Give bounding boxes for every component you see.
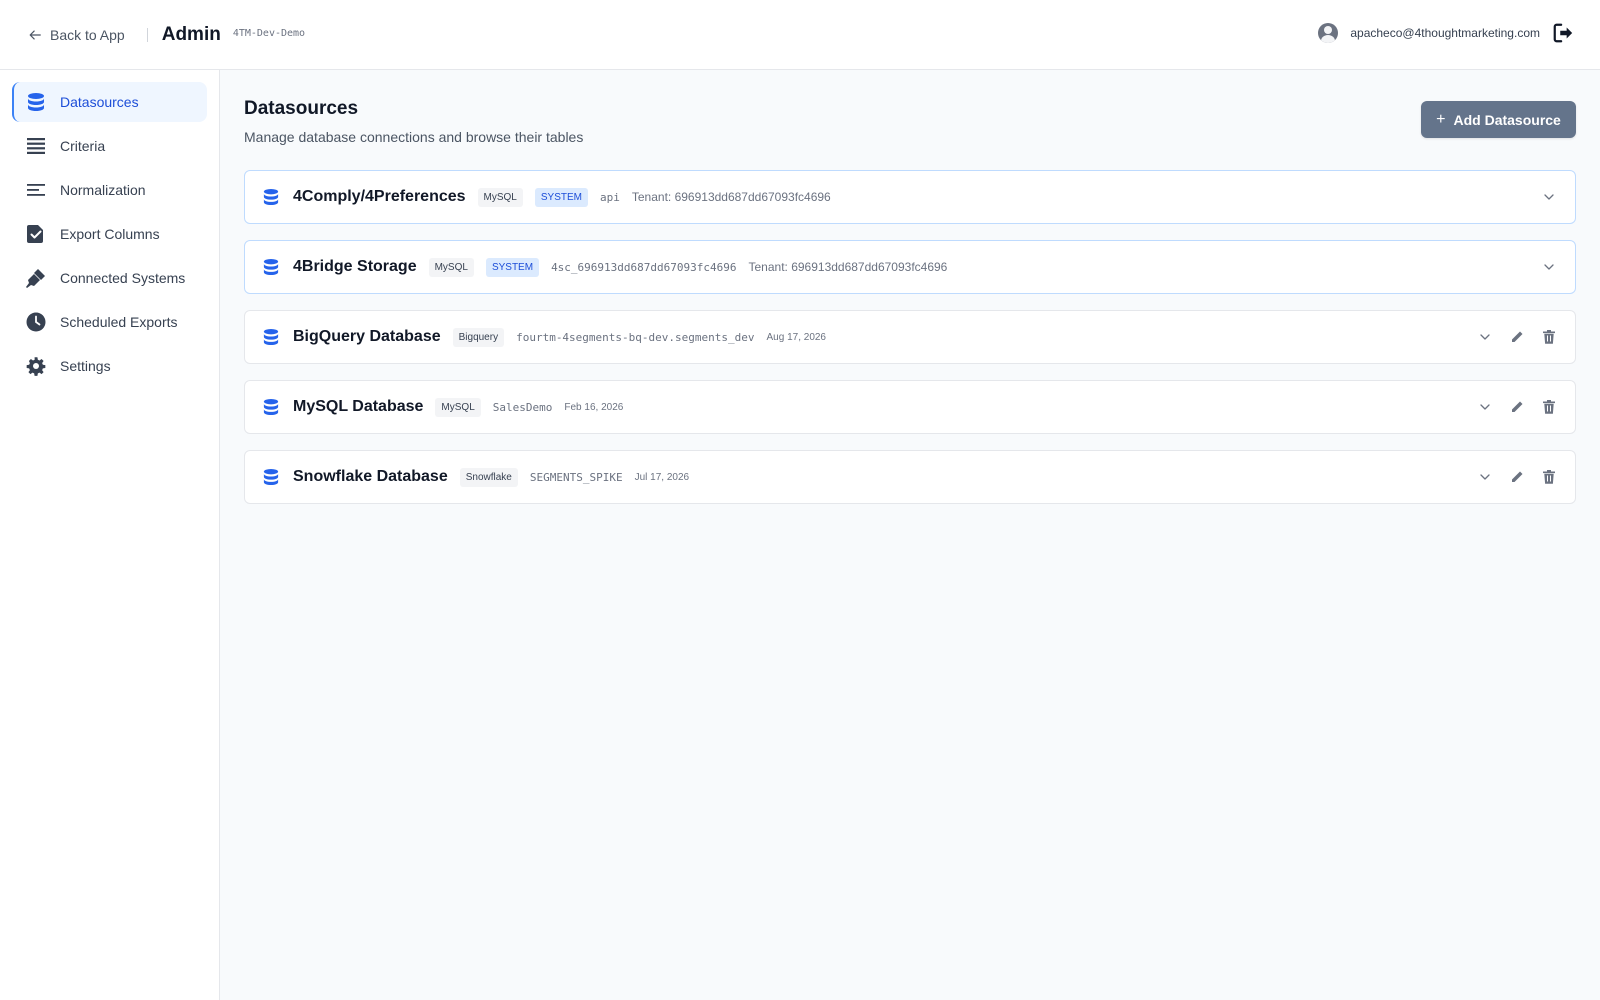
user-avatar-icon[interactable] xyxy=(1318,23,1339,43)
trash-icon[interactable] xyxy=(1541,329,1557,345)
sidebar-item-label: Datasources xyxy=(60,94,139,110)
datasource-type-badge: Snowflake xyxy=(459,467,518,487)
datasource-type-badge: MySQL xyxy=(428,257,474,277)
sidebar-item-label: Export Columns xyxy=(60,226,160,242)
card-actions xyxy=(1461,381,1557,433)
datasource-database: SEGMENTS_SPIKE xyxy=(529,470,623,484)
datasource-date: Aug 17, 2026 xyxy=(766,331,827,343)
sidebar-item-datasources[interactable]: Datasources xyxy=(12,82,207,122)
page-header: Datasources Manage database connections … xyxy=(244,70,1576,170)
datasource-card[interactable]: 4Comply/4Preferences MySQL SYSTEM api Te… xyxy=(244,170,1576,224)
database-icon xyxy=(263,259,279,275)
tenant-label: 4TM-Dev-Demo xyxy=(232,28,306,39)
datasource-card[interactable]: Snowflake Database Snowflake SEGMENTS_SP… xyxy=(244,450,1576,504)
datasource-name: 4Bridge Storage xyxy=(293,258,417,275)
gear-icon xyxy=(26,356,46,376)
page-subtitle: Manage database connections and browse t… xyxy=(244,129,584,145)
datasource-card[interactable]: 4Bridge Storage MySQL SYSTEM 4sc_696913d… xyxy=(244,240,1576,294)
trash-icon[interactable] xyxy=(1541,469,1557,485)
datasource-date: Jul 17, 2026 xyxy=(634,471,690,483)
datasource-date: Feb 16, 2026 xyxy=(564,401,624,413)
card-actions xyxy=(1461,311,1557,363)
sidebar-item-label: Connected Systems xyxy=(60,270,186,286)
plug-icon xyxy=(26,268,46,288)
chevron-down-icon[interactable] xyxy=(1477,329,1493,345)
user-menu: apacheco@4thoughtmarketing.com xyxy=(1318,22,1574,44)
sidebar-item-export-columns[interactable]: Export Columns xyxy=(12,214,207,254)
chevron-down-icon[interactable] xyxy=(1477,399,1493,415)
top-bar: Back to App Admin 4TM-Dev-Demo apacheco@… xyxy=(0,0,1600,70)
edit-pencil-icon[interactable] xyxy=(1509,399,1525,415)
chevron-down-icon[interactable] xyxy=(1477,469,1493,485)
sidebar-item-label: Scheduled Exports xyxy=(60,314,178,330)
datasource-name: Snowflake Database xyxy=(293,468,448,485)
database-icon xyxy=(263,189,279,205)
chevron-down-icon[interactable] xyxy=(1541,259,1557,275)
database-icon xyxy=(263,329,279,345)
back-to-app-link[interactable]: Back to App xyxy=(28,27,125,43)
card-actions xyxy=(1461,451,1557,503)
sidebar: Datasources Criteria Normalization Expor… xyxy=(0,70,220,1000)
sidebar-item-criteria[interactable]: Criteria xyxy=(12,126,207,166)
system-badge: SYSTEM xyxy=(485,257,540,277)
chevron-down-icon[interactable] xyxy=(1541,189,1557,205)
sidebar-item-scheduled-exports[interactable]: Scheduled Exports xyxy=(12,302,207,342)
main-content: Datasources Manage database connections … xyxy=(244,70,1576,520)
header-divider xyxy=(146,27,148,42)
add-datasource-button[interactable]: + Add Datasource xyxy=(1421,101,1576,138)
datasource-card[interactable]: MySQL Database MySQL SalesDemo Feb 16, 2… xyxy=(244,380,1576,434)
datasource-tenant: Tenant: 696913dd687dd67093fc4696 xyxy=(748,260,948,274)
admin-title: Admin xyxy=(161,23,221,45)
sidebar-item-normalization[interactable]: Normalization xyxy=(12,170,207,210)
datasource-type-badge: Bigquery xyxy=(452,327,505,347)
plus-icon: + xyxy=(1436,110,1446,128)
arrow-left-icon xyxy=(29,29,41,40)
page-title: Datasources xyxy=(244,98,359,119)
datasource-type-badge: MySQL xyxy=(477,187,523,207)
sidebar-item-connected-systems[interactable]: Connected Systems xyxy=(12,258,207,298)
database-icon xyxy=(263,399,279,415)
datasource-database: 4sc_696913dd687dd67093fc4696 xyxy=(551,260,737,274)
list-icon xyxy=(26,136,46,156)
check-square-icon xyxy=(26,224,46,244)
datasource-tenant: Tenant: 696913dd687dd67093fc4696 xyxy=(631,190,831,204)
sidebar-item-label: Normalization xyxy=(60,182,146,198)
sidebar-item-label: Criteria xyxy=(60,138,106,154)
back-to-app-label: Back to App xyxy=(50,26,125,43)
clock-icon xyxy=(26,312,46,332)
datasource-type-badge: MySQL xyxy=(435,397,481,417)
datasource-database: SalesDemo xyxy=(492,400,553,414)
add-datasource-label: Add Datasource xyxy=(1453,111,1561,128)
system-badge: SYSTEM xyxy=(534,187,588,207)
align-left-icon xyxy=(26,180,46,200)
datasource-name: 4Comply/4Preferences xyxy=(293,188,466,205)
datasource-database: fourtm-4segments-bq-dev.segments_dev xyxy=(516,330,755,344)
logout-icon[interactable] xyxy=(1552,22,1574,44)
datasource-database: api xyxy=(600,190,620,204)
sidebar-item-label: Settings xyxy=(60,358,111,374)
datasource-name: MySQL Database xyxy=(293,398,424,415)
card-actions xyxy=(1525,241,1557,293)
edit-pencil-icon[interactable] xyxy=(1509,469,1525,485)
edit-pencil-icon[interactable] xyxy=(1509,329,1525,345)
database-icon xyxy=(26,92,46,112)
datasource-card[interactable]: BigQuery Database Bigquery fourtm-4segme… xyxy=(244,310,1576,364)
database-icon xyxy=(263,469,279,485)
datasource-name: BigQuery Database xyxy=(293,328,441,345)
card-actions xyxy=(1525,171,1557,223)
trash-icon[interactable] xyxy=(1541,399,1557,415)
sidebar-item-settings[interactable]: Settings xyxy=(12,346,207,386)
user-email: apacheco@4thoughtmarketing.com xyxy=(1350,26,1540,40)
